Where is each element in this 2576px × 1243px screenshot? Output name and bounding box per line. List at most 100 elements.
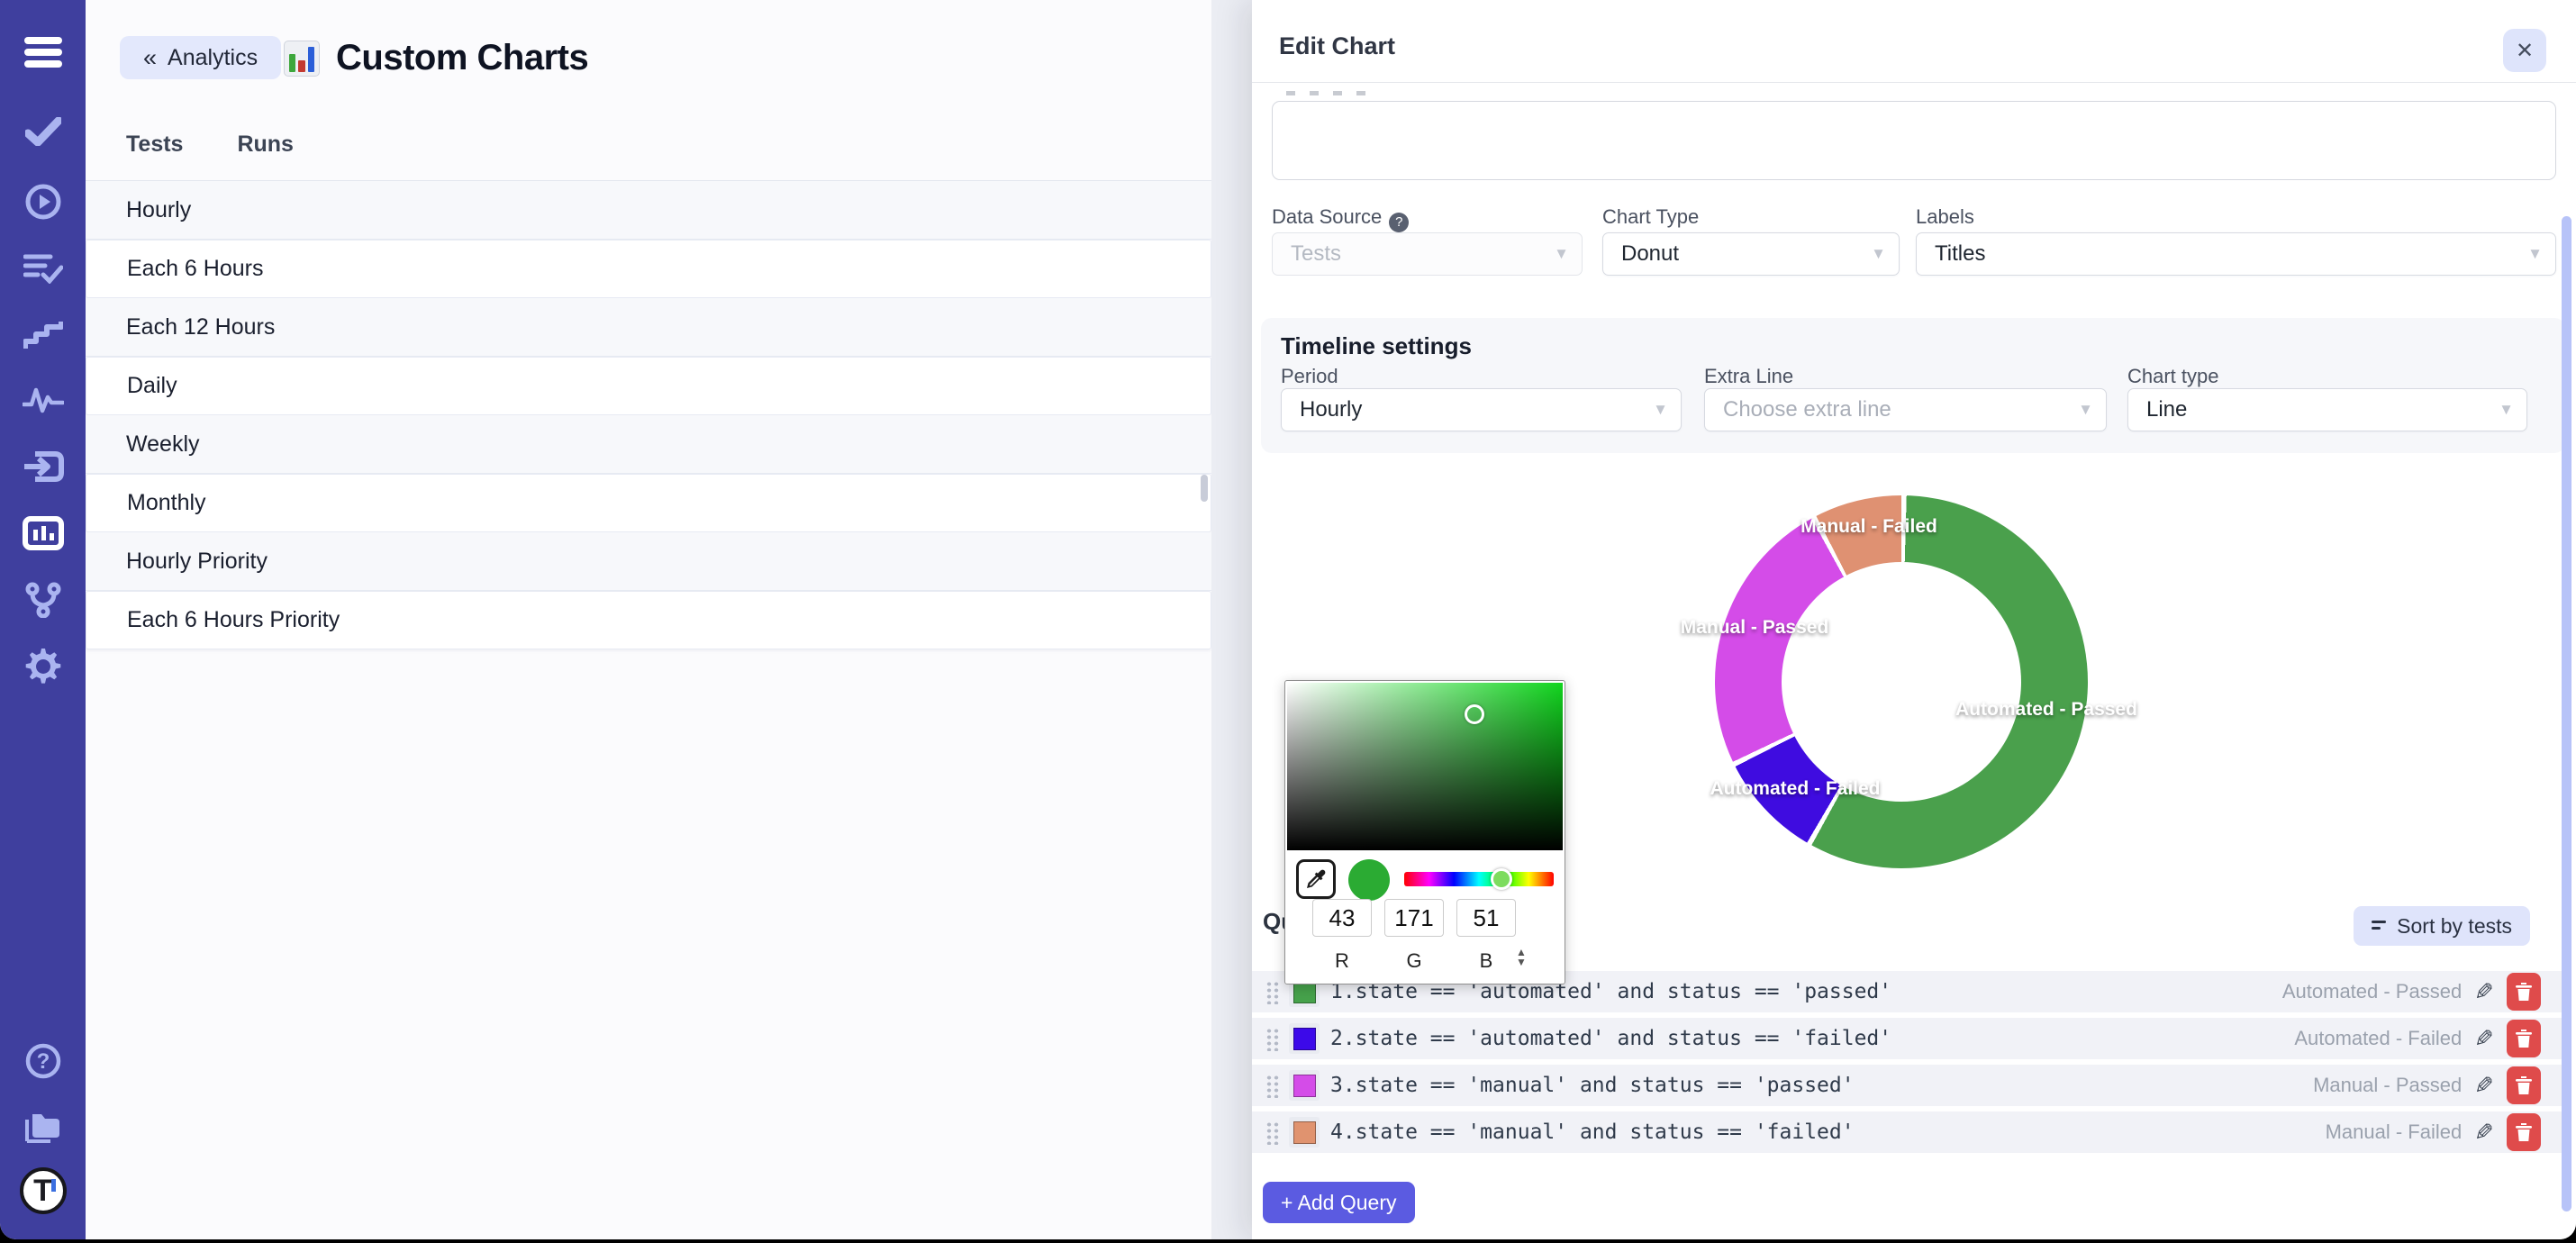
query-rows: 1.state == 'automated' and status == 'pa… [1252, 971, 2562, 1158]
sort-icon [2372, 920, 2388, 932]
back-label: Analytics [168, 45, 258, 71]
color-swatch[interactable] [1289, 1070, 1320, 1101]
close-icon[interactable]: ✕ [2503, 29, 2546, 72]
labels-label: Labels [1916, 205, 1974, 229]
sort-by-tests-button[interactable]: Sort by tests [2354, 906, 2530, 946]
query-text: state == 'manual' and status == 'failed' [1356, 1121, 1855, 1144]
color-swatch[interactable] [1289, 1117, 1320, 1148]
green-input[interactable] [1384, 899, 1444, 937]
timeline-chart-type-select[interactable]: Line▼ [2127, 388, 2527, 431]
back-chevrons: « [143, 44, 157, 72]
clipped-field-label [1286, 91, 1373, 95]
pulse-icon[interactable] [0, 373, 86, 427]
tab-runs[interactable]: Runs [237, 132, 294, 158]
branches-icon[interactable] [0, 573, 86, 627]
chart-list-item[interactable]: Hourly [86, 181, 1211, 240]
delete-query-button[interactable] [2507, 1113, 2541, 1151]
blue-label: B [1456, 949, 1516, 973]
chart-list-item[interactable]: Each 12 Hours [86, 298, 1211, 357]
tab-tests[interactable]: Tests [126, 132, 183, 158]
page-title: Custom Charts [336, 38, 588, 78]
sidebar: ? T [0, 0, 86, 1239]
logo-t-icon[interactable]: T [0, 1164, 86, 1218]
eyedropper-button[interactable] [1296, 859, 1336, 899]
milestones-steps-icon[interactable] [0, 308, 86, 362]
chevron-down-icon: ▼ [2078, 401, 2093, 419]
labels-select[interactable]: Titles▼ [1916, 232, 2556, 276]
menu-icon[interactable] [0, 25, 86, 79]
drawer-title: Edit Chart [1279, 32, 1395, 60]
import-icon[interactable] [0, 440, 86, 494]
donut-chart[interactable] [1715, 495, 2088, 868]
left-panel-scrollbar[interactable] [1201, 475, 1208, 502]
tabs: Tests Runs [126, 132, 294, 158]
donut-slice-label: Manual - Passed [1681, 617, 1829, 639]
app-window: ? T « Analytics Custom Charts Tests Runs… [0, 0, 2576, 1239]
color-picker-popup: R G B ▲▼ [1284, 680, 1565, 984]
delete-query-button[interactable] [2507, 1020, 2541, 1057]
chart-type-select[interactable]: Donut▼ [1602, 232, 1900, 276]
chart-list-item[interactable]: Monthly [86, 474, 1211, 532]
red-label: R [1312, 949, 1372, 973]
query-label: Manual - Passed [2313, 1074, 2462, 1097]
timeline-settings-card: Timeline settings Period Extra Line Char… [1261, 318, 2565, 453]
green-label: G [1384, 949, 1444, 973]
edit-chart-drawer: Edit Chart ✕ Data Source? Chart Type Lab… [1252, 0, 2576, 1239]
edit-pencil-icon[interactable]: ✎ [2474, 1072, 2494, 1100]
back-to-analytics-button[interactable]: « Analytics [120, 36, 281, 79]
saturation-cursor[interactable] [1465, 704, 1484, 724]
hue-handle[interactable] [1491, 868, 1512, 890]
delete-query-button[interactable] [2507, 973, 2541, 1011]
edit-pencil-icon[interactable]: ✎ [2474, 1025, 2494, 1053]
query-label: Automated - Failed [2294, 1027, 2462, 1050]
custom-charts-panel: « Analytics Custom Charts Tests Runs Hou… [86, 0, 1211, 1239]
trash-icon [2516, 983, 2532, 1001]
test-plans-icon[interactable] [0, 241, 86, 295]
chart-list-item[interactable]: Hourly Priority [86, 532, 1211, 591]
chart-list-item[interactable]: Weekly [86, 415, 1211, 474]
chevron-down-icon: ▼ [2499, 401, 2514, 419]
blue-input[interactable] [1456, 899, 1516, 937]
analytics-chart-icon[interactable] [0, 506, 86, 560]
red-input[interactable] [1312, 899, 1372, 937]
extra-line-label: Extra Line [1704, 365, 1793, 388]
chart-description-textarea[interactable] [1272, 101, 2556, 180]
svg-text:?: ? [36, 1049, 50, 1074]
trash-icon [2516, 1030, 2532, 1048]
chart-list-item[interactable]: Daily [86, 357, 1211, 415]
chevron-down-icon: ▼ [1653, 401, 1668, 419]
chart-list: Hourly Each 6 Hours Each 12 Hours Daily … [86, 181, 1211, 649]
drag-handle-icon[interactable] [1265, 1074, 1280, 1098]
help-icon[interactable]: ? [1389, 213, 1409, 232]
timeline-settings-heading: Timeline settings [1281, 332, 1472, 360]
trash-icon [2516, 1123, 2532, 1141]
chevron-down-icon: ▼ [1554, 245, 1569, 263]
edit-pencil-icon[interactable]: ✎ [2474, 978, 2494, 1006]
delete-query-button[interactable] [2507, 1066, 2541, 1104]
query-label: Automated - Passed [2282, 980, 2462, 1003]
data-source-label: Data Source? [1272, 205, 1409, 232]
projects-folder-icon[interactable] [0, 1101, 86, 1155]
drag-handle-icon[interactable] [1265, 1121, 1280, 1145]
hue-slider[interactable] [1404, 872, 1554, 886]
chart-list-item[interactable]: Each 6 Hours Priority [86, 591, 1211, 649]
color-swatch[interactable] [1289, 1023, 1320, 1054]
current-color-preview [1348, 859, 1390, 901]
donut-slice-label: Automated - Failed [1710, 778, 1880, 800]
drag-handle-icon[interactable] [1265, 1027, 1280, 1051]
trash-icon [2516, 1076, 2532, 1094]
settings-gear-icon[interactable] [0, 640, 86, 694]
edit-pencil-icon[interactable]: ✎ [2474, 1119, 2494, 1147]
drawer-scrollbar[interactable] [2562, 216, 2571, 1211]
color-mode-toggle-icon[interactable]: ▲▼ [1516, 948, 1527, 967]
saturation-area[interactable] [1287, 683, 1563, 850]
chart-list-item[interactable]: Each 6 Hours [86, 240, 1211, 298]
period-select[interactable]: Hourly▼ [1281, 388, 1682, 431]
extra-line-select[interactable]: Choose extra line▼ [1704, 388, 2107, 431]
tests-check-icon[interactable] [0, 104, 86, 159]
drag-handle-icon[interactable] [1265, 980, 1280, 1004]
help-icon[interactable]: ? [0, 1034, 86, 1088]
runs-play-icon[interactable] [0, 175, 86, 229]
add-query-button[interactable]: + Add Query [1263, 1182, 1415, 1223]
data-source-select: Tests▼ [1272, 232, 1583, 276]
